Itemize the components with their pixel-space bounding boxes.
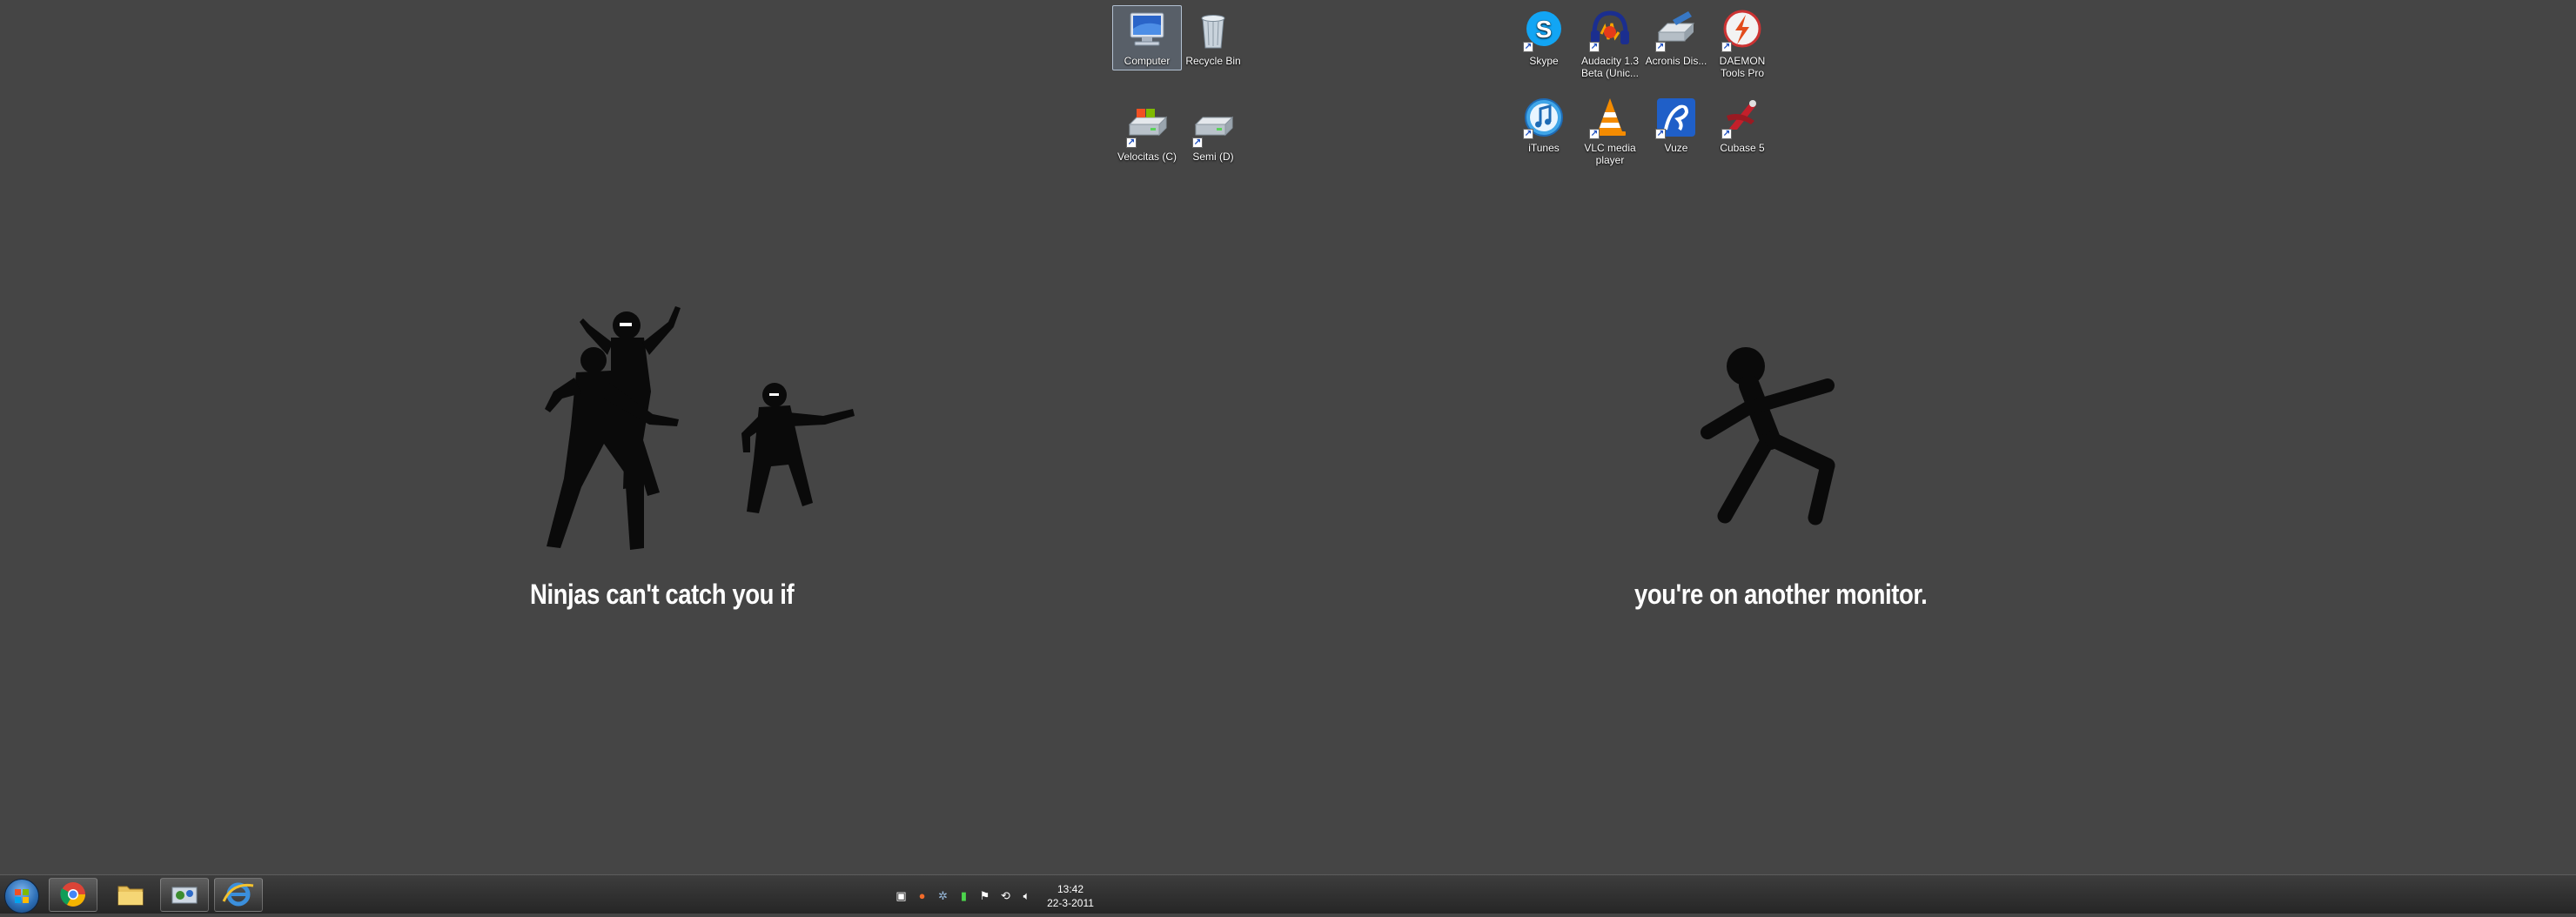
- shortcut-arrow-icon: ↗: [1721, 42, 1732, 52]
- network-icon[interactable]: ▣: [895, 889, 908, 902]
- shortcut-arrow-icon: ↗: [1523, 42, 1533, 52]
- wallpaper-caption-right: you're on another monitor.: [1634, 579, 1928, 610]
- skype-icon: S ↗: [1521, 8, 1566, 53]
- taskbar-button-explorer[interactable]: [106, 878, 155, 912]
- desktop-icon-vuze[interactable]: ↗ Vuze: [1641, 92, 1711, 157]
- antivirus-icon[interactable]: ●: [916, 889, 929, 902]
- hard-drive-icon: ↗: [1124, 104, 1170, 149]
- shortcut-arrow-icon: ↗: [1126, 137, 1137, 148]
- desktop-icon-label: Acronis Dis...: [1645, 55, 1707, 67]
- desktop-icon-label: Cubase 5: [1720, 142, 1765, 154]
- clock-date: 22-3-2011: [1047, 897, 1094, 909]
- taskbar-button-control-panel[interactable]: [160, 878, 209, 912]
- folder-icon: [117, 886, 144, 906]
- shortcut-arrow-icon: ↗: [1655, 129, 1666, 139]
- desktop-icon-label: DAEMON Tools Pro: [1719, 55, 1766, 79]
- desktop-icon-computer[interactable]: Computer: [1112, 5, 1182, 70]
- desktop-icon-vlc[interactable]: ↗ VLC media player: [1575, 92, 1645, 170]
- computer-icon: [1124, 8, 1170, 53]
- desktop-icon-acronis[interactable]: ↗ Acronis Dis...: [1641, 5, 1711, 70]
- sync-icon[interactable]: ⟲: [999, 889, 1012, 902]
- daemon-tools-icon: ↗: [1720, 8, 1765, 53]
- shortcut-arrow-icon: ↗: [1589, 129, 1600, 139]
- windows-logo-icon: [15, 889, 29, 903]
- shortcut-arrow-icon: ↗: [1655, 42, 1666, 52]
- desktop-icon-label: Semi (D): [1192, 151, 1234, 163]
- control-panel-icon: [171, 887, 198, 904]
- shortcut-arrow-icon: ↗: [1192, 137, 1203, 148]
- desktop-icon-label: Skype: [1529, 55, 1559, 67]
- clock[interactable]: 13:42 22-3-2011: [1036, 882, 1105, 910]
- svg-text:S: S: [1536, 16, 1553, 43]
- internet-explorer-icon: [222, 882, 254, 907]
- acronis-icon: ↗: [1654, 8, 1699, 53]
- desktop-icon-audacity[interactable]: ↗ Audacity 1.3 Beta (Unic...: [1575, 5, 1645, 83]
- battery-icon[interactable]: ▮: [957, 889, 970, 902]
- itunes-icon: ↗: [1521, 95, 1566, 140]
- vlc-icon: ↗: [1587, 95, 1633, 140]
- desktop-icon-cubase[interactable]: ↗ Cubase 5: [1707, 92, 1777, 157]
- desktop-icon-skype[interactable]: S ↗ Skype: [1509, 5, 1579, 70]
- desktop-icon-label: VLC media player: [1584, 142, 1636, 166]
- desktop-icon-label: iTunes: [1528, 142, 1560, 154]
- shortcut-arrow-icon: ↗: [1523, 129, 1533, 139]
- shortcut-arrow-icon: ↗: [1589, 42, 1600, 52]
- taskbar-button-internet-explorer[interactable]: [214, 878, 263, 912]
- desktop-icon-velocitas-c[interactable]: ↗ Velocitas (C): [1112, 101, 1182, 166]
- desktop-icon-label: Velocitas (C): [1117, 151, 1177, 163]
- stick-figure-illustration: [1701, 347, 1835, 525]
- desktop-icon-daemon-tools[interactable]: ↗ DAEMON Tools Pro: [1707, 5, 1777, 83]
- vuze-icon: ↗: [1654, 95, 1699, 140]
- desktop-icon-recycle-bin[interactable]: Recycle Bin: [1178, 5, 1248, 70]
- volume-icon[interactable]: 🔈︎: [1020, 889, 1033, 902]
- secondary-taskbar: [1105, 874, 2576, 914]
- hard-drive-icon: ↗: [1191, 104, 1236, 149]
- desktop-icon-semi-d[interactable]: ↗ Semi (D): [1178, 101, 1248, 166]
- skype-tray-icon[interactable]: ✲: [936, 889, 949, 902]
- start-button[interactable]: [4, 879, 39, 914]
- taskbar: ▣ ● ✲ ▮ ⚑ ⟲ 🔈︎ 13:42 22-3-2011: [0, 874, 1117, 914]
- desktop-icon-label: Computer: [1124, 55, 1171, 67]
- recycle-bin-icon: [1191, 8, 1236, 53]
- flag-icon[interactable]: ⚑: [978, 889, 991, 902]
- ninjas-illustration: [545, 306, 855, 550]
- taskbar-button-chrome[interactable]: [49, 878, 97, 912]
- chrome-icon: [60, 882, 85, 907]
- audacity-icon: ↗: [1587, 8, 1633, 53]
- clock-time: 13:42: [1057, 883, 1084, 895]
- desktop-icon-label: Vuze: [1664, 142, 1688, 154]
- desktop-icon-itunes[interactable]: ↗ iTunes: [1509, 92, 1579, 157]
- shortcut-arrow-icon: ↗: [1721, 129, 1732, 139]
- wallpaper-caption-left: Ninjas can't catch you if: [530, 579, 795, 610]
- desktop-icon-label: Recycle Bin: [1185, 55, 1241, 67]
- desktop-icon-label: Audacity 1.3 Beta (Unic...: [1580, 55, 1640, 79]
- cubase-icon: ↗: [1720, 95, 1765, 140]
